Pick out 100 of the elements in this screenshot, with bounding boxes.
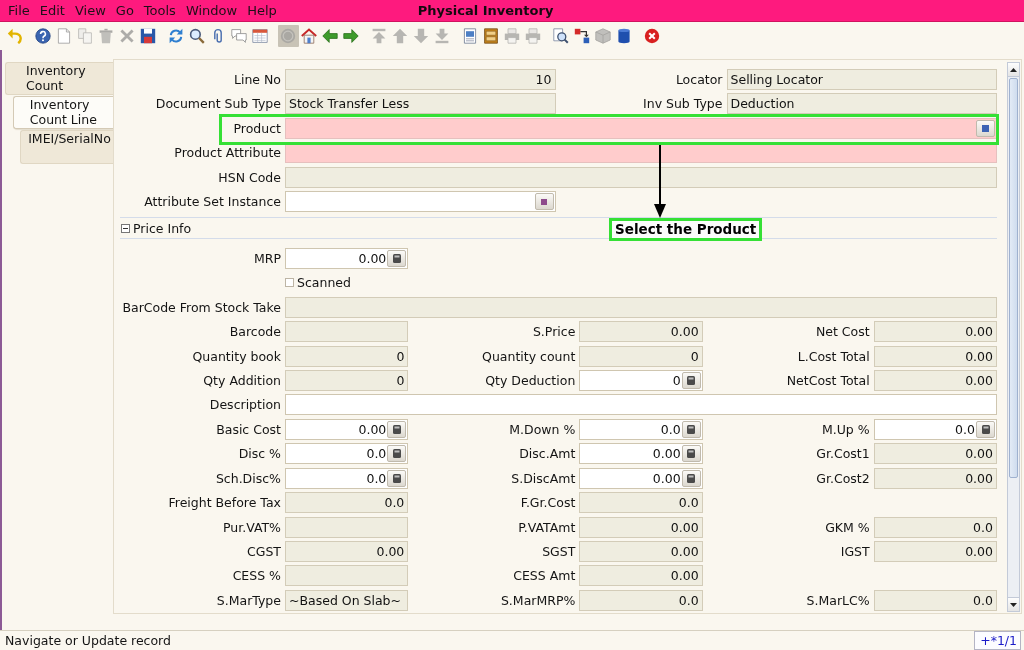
right-arrow-icon xyxy=(343,28,359,44)
input-field: 0.00 xyxy=(579,565,703,587)
cylinder-icon xyxy=(616,28,632,44)
help-icon xyxy=(35,28,51,44)
field-label: Quantity count xyxy=(481,348,577,364)
calculator-button[interactable] xyxy=(387,420,407,438)
input-field: Deduction xyxy=(726,93,997,115)
document-icon xyxy=(462,28,478,44)
menu-item[interactable]: Window xyxy=(180,3,243,18)
square-icon xyxy=(982,124,989,132)
toolbar-button[interactable] xyxy=(32,25,54,47)
scroll-up-button[interactable] xyxy=(1008,63,1019,77)
speech-bubbles-icon xyxy=(231,28,247,44)
field-label: Locator xyxy=(674,72,724,87)
blank-page-icon xyxy=(56,28,72,44)
field-label: M.Up % xyxy=(820,421,871,437)
menu-item[interactable]: Edit xyxy=(34,3,70,18)
checkbox[interactable] xyxy=(285,278,294,288)
field-label: Attribute Set Instance xyxy=(143,194,282,210)
field-label: CESS % xyxy=(231,568,282,584)
field-label: S.MarType xyxy=(215,592,282,608)
tab[interactable]: Inventory Count xyxy=(5,62,113,95)
magnifier-page-icon xyxy=(553,28,569,44)
field-label: Gr.Cost2 xyxy=(815,470,871,486)
menu-item[interactable]: Go xyxy=(110,3,139,18)
input-field: 10 xyxy=(285,69,556,90)
menu-item[interactable]: View xyxy=(69,3,111,18)
field-label: Qty Deduction xyxy=(484,373,577,389)
lookup-button[interactable] xyxy=(976,119,995,137)
field-label: HSN Code xyxy=(217,169,282,185)
tab[interactable]: Inventory Count Line xyxy=(12,96,113,129)
field-label: Product xyxy=(232,120,282,136)
calculator-button[interactable] xyxy=(681,445,701,463)
calculator-button[interactable] xyxy=(681,469,701,487)
input-field[interactable]: 0.00 xyxy=(579,467,703,489)
field-label: Freight Before Tax xyxy=(167,495,282,511)
cross-icon xyxy=(119,28,135,44)
scroll-down-button[interactable] xyxy=(1008,597,1019,611)
input-field: 0 xyxy=(285,370,409,392)
calculator-icon xyxy=(392,424,401,434)
calculator-icon xyxy=(392,449,401,459)
field-label: SGST xyxy=(541,543,577,559)
circle-icon xyxy=(280,28,296,44)
input-field: 0.0 xyxy=(579,589,703,611)
input-field[interactable]: 0.0 xyxy=(285,443,409,465)
input-field[interactable]: 0.0 xyxy=(873,418,997,440)
attribute-button[interactable] xyxy=(534,193,554,211)
calculator-button[interactable] xyxy=(976,420,995,438)
calculator-button[interactable] xyxy=(387,445,407,463)
field-label: CESS Amt xyxy=(512,568,577,584)
input-field: 0.00 xyxy=(579,321,703,343)
up-arrow-icon xyxy=(392,28,408,44)
input-field[interactable]: 0.00 xyxy=(285,248,409,270)
input-field: 0 xyxy=(579,345,703,367)
field-label: P.VATAmt xyxy=(517,519,577,535)
calculator-button[interactable] xyxy=(681,372,701,390)
field-label: Basic Cost xyxy=(215,421,282,437)
left-arrow-icon xyxy=(322,28,338,44)
record-counter: +*1/1 xyxy=(974,631,1021,650)
calculator-button[interactable] xyxy=(387,250,407,268)
input-field[interactable]: 0.0 xyxy=(285,467,409,489)
scrollbar-thumb[interactable] xyxy=(1009,78,1018,478)
input-field: 0.00 xyxy=(579,516,703,538)
field-label: M.Down % xyxy=(508,421,577,437)
field-label: Inv Sub Type xyxy=(642,96,724,112)
field-label: Description xyxy=(208,397,282,413)
input-field[interactable] xyxy=(285,394,997,416)
cube-icon xyxy=(595,28,611,44)
calculator-icon xyxy=(687,424,696,434)
down-arrow-icon xyxy=(1010,602,1017,607)
field-label: NetCost Total xyxy=(785,373,871,389)
input-field[interactable] xyxy=(285,117,997,139)
field-label: Product Attribute xyxy=(173,145,282,161)
square-icon xyxy=(541,198,547,205)
calculator-button[interactable] xyxy=(681,420,701,438)
field-label: CGST xyxy=(246,543,282,559)
collapse-icon[interactable] xyxy=(121,223,130,233)
input-field: 0.00 xyxy=(579,540,703,562)
input-field: 0 xyxy=(285,345,409,367)
input-field[interactable]: 0.00 xyxy=(285,418,409,440)
calculator-button[interactable] xyxy=(387,469,407,487)
field-label: S.DiscAmt xyxy=(510,470,577,486)
input-field[interactable]: 0 xyxy=(579,370,703,392)
field-label: BarCode From Stock Take xyxy=(121,299,282,315)
menu-item[interactable]: File xyxy=(3,3,35,18)
menu-item[interactable]: Tools xyxy=(138,3,181,18)
checkbox-label: Scanned xyxy=(297,275,351,291)
calculator-icon xyxy=(392,473,401,483)
field-label: S.MarMRP% xyxy=(499,592,577,608)
input-field[interactable]: 0.0 xyxy=(579,418,703,440)
field-label: Gr.Cost1 xyxy=(815,446,871,462)
input-field[interactable]: 0.00 xyxy=(579,443,703,465)
field-label: Disc % xyxy=(237,446,282,462)
input-field[interactable] xyxy=(285,191,556,213)
calculator-icon xyxy=(687,473,696,483)
menu-item[interactable]: Help xyxy=(242,3,282,18)
field-label: Pur.VAT% xyxy=(221,519,282,535)
input-field: Selling Locator xyxy=(726,69,997,90)
tab[interactable]: IMEI/SerialNo xyxy=(20,130,113,164)
calculator-icon xyxy=(687,449,696,459)
